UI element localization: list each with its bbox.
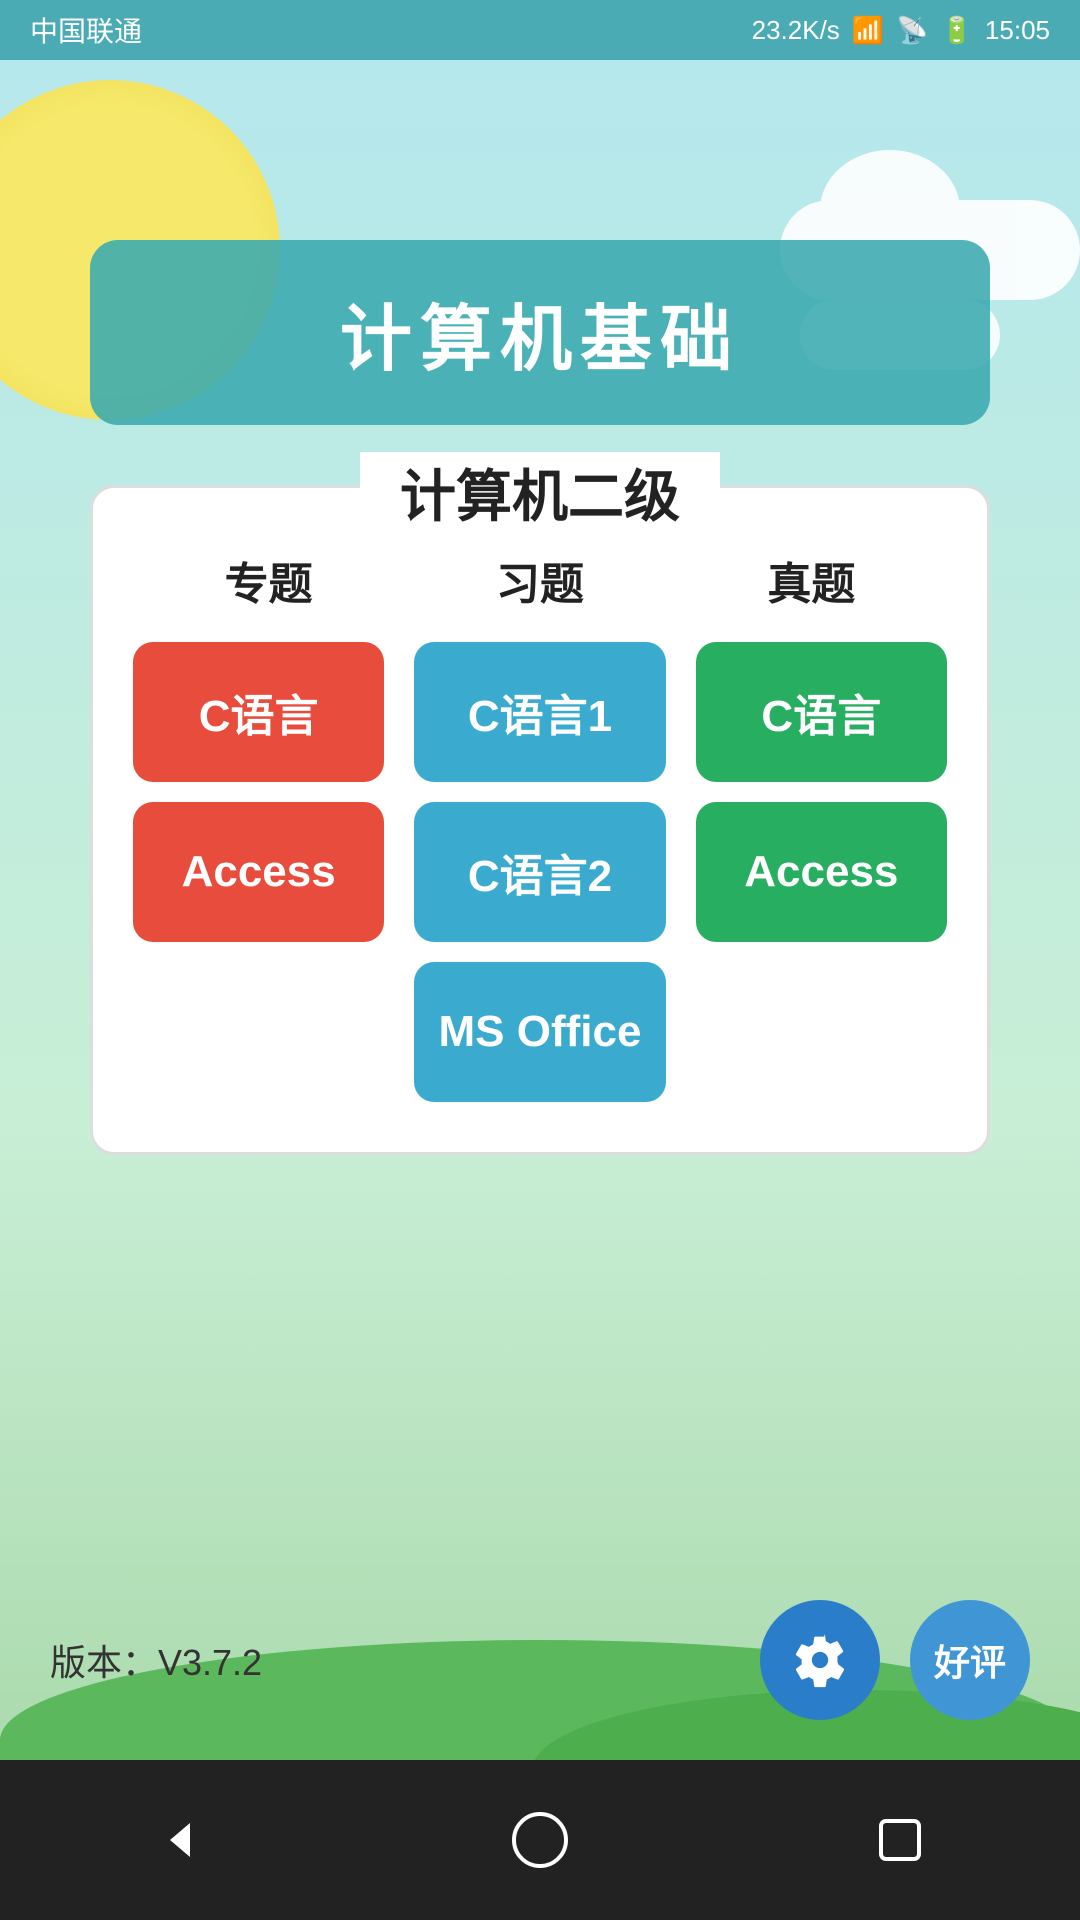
btn-access-real[interactable]: Access — [696, 802, 947, 942]
btn-access-special[interactable]: Access — [133, 802, 384, 942]
button-row-2: Access C语言2 Access — [133, 802, 947, 942]
bottom-buttons: 好评 — [760, 1600, 1030, 1720]
time-label: 15:05 — [985, 15, 1050, 46]
review-button[interactable]: 好评 — [910, 1600, 1030, 1720]
bottom-bar: 版本：V3.7.2 好评 — [0, 1600, 1080, 1720]
btn-c-language-real[interactable]: C语言 — [696, 642, 947, 782]
button-row-1: C语言 C语言1 C语言 — [133, 642, 947, 782]
status-bar-right: 23.2K/s 📶 📡 🔋 15:05 — [752, 15, 1050, 46]
wifi-icon: 📶 — [852, 15, 884, 46]
version-text: 版本：V3.7.2 — [50, 1634, 262, 1686]
card-title: 计算机二级 — [360, 452, 720, 533]
signal-icon: 📡 — [896, 15, 928, 46]
title-text: 计算机基础 — [340, 300, 740, 380]
column-headers: 专题 习题 真题 — [133, 548, 947, 612]
recent-icon — [875, 1815, 925, 1865]
btn-c-language-1[interactable]: C语言1 — [414, 642, 665, 782]
nav-back-button[interactable] — [145, 1805, 215, 1875]
col-header-zhen: 真题 — [676, 548, 947, 612]
nav-home-button[interactable] — [505, 1805, 575, 1875]
title-banner: 计算机基础 — [90, 240, 990, 425]
home-icon — [510, 1810, 570, 1870]
battery-icon: 🔋 — [941, 15, 973, 46]
nav-recent-button[interactable] — [865, 1805, 935, 1875]
nav-bar — [0, 1760, 1080, 1920]
col-header-zhuan: 专题 — [133, 548, 404, 612]
btn-ms-office[interactable]: MS Office — [414, 962, 665, 1102]
col-header-xi: 习题 — [404, 548, 675, 612]
status-bar: 中国联通 23.2K/s 📶 📡 🔋 15:05 — [0, 0, 1080, 60]
settings-button[interactable] — [760, 1600, 880, 1720]
btn-c-language-special[interactable]: C语言 — [133, 642, 384, 782]
card: 计算机二级 专题 习题 真题 C语言 C语言1 C语言 Access C — [90, 485, 990, 1155]
back-icon — [155, 1815, 205, 1865]
main-content: 计算机基础 计算机二级 专题 习题 真题 C语言 C语言1 C语言 Access — [0, 60, 1080, 1840]
button-row-3: MS Office — [133, 962, 947, 1102]
btn-c-language-2[interactable]: C语言2 — [414, 802, 665, 942]
carrier-label: 中国联通 — [30, 10, 142, 50]
speed-label: 23.2K/s — [752, 15, 840, 46]
gear-icon — [792, 1632, 848, 1688]
